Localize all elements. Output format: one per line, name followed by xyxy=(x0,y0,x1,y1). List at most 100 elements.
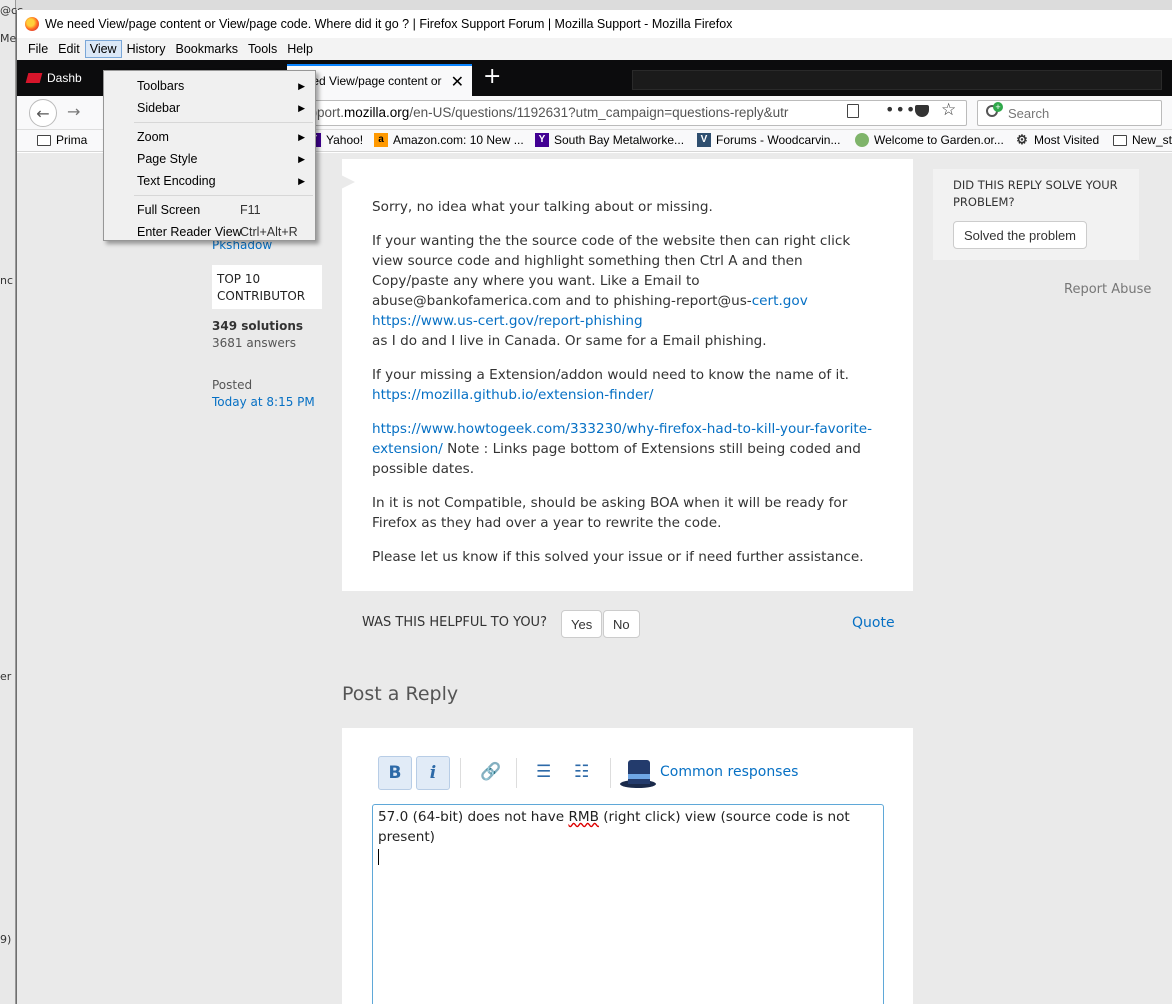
answer-paragraph: If your missing a Extension/addon would … xyxy=(372,365,882,405)
solutions-count: 349 solutions xyxy=(212,319,304,333)
menu-separator xyxy=(134,195,313,196)
add-search-icon: + xyxy=(993,102,1003,112)
background-fragment: er xyxy=(0,670,12,683)
toolbar-divider xyxy=(610,758,611,788)
menu-item-shortcut: F11 xyxy=(240,203,261,217)
report-phishing-link[interactable]: https://www.us-cert.gov/report-phishing xyxy=(372,313,643,329)
menu-view[interactable]: View xyxy=(84,40,122,58)
menu-item-reader-view[interactable]: Enter Reader View Ctrl+Alt+R xyxy=(104,221,315,243)
bookmark-item[interactable]: Y South Bay Metalworke... xyxy=(535,133,684,147)
background-window-top xyxy=(0,0,1172,10)
solve-question: DID THIS REPLY SOLVE YOUR PROBLEM? xyxy=(953,178,1118,209)
page-content: Pkshadow TOP 10 CONTRIBUTOR 349 solution… xyxy=(17,153,1172,1004)
cert-gov-link[interactable]: cert.gov xyxy=(752,293,808,309)
bullet-list-icon[interactable]: ☷ xyxy=(574,762,589,782)
menu-item-label: Full Screen xyxy=(137,203,201,217)
folder-icon xyxy=(1113,134,1127,146)
search-input[interactable]: + Search xyxy=(977,100,1162,126)
bookmark-item[interactable]: New_stu xyxy=(1113,133,1172,147)
menu-item-text-encoding[interactable]: Text Encoding ▶ xyxy=(104,170,315,192)
forward-arrow-icon[interactable]: → xyxy=(67,102,80,121)
answer-paragraph: In it is not Compatible, should be askin… xyxy=(372,495,848,531)
answer-text: as I do and I live in Canada. Or same fo… xyxy=(372,333,767,349)
numbered-list-icon[interactable]: ☰ xyxy=(536,762,551,782)
contributor-badge: TOP 10 CONTRIBUTOR xyxy=(212,265,322,309)
background-fragment: 9) xyxy=(0,933,12,946)
solved-the-problem-button[interactable]: Solved the problem xyxy=(953,221,1088,249)
extension-finder-link[interactable]: https://mozilla.github.io/extension-find… xyxy=(372,387,654,403)
reply-card: B i 🔗 ☰ ☷ Common responses 57.0 (64-bit)… xyxy=(342,728,913,1004)
answer-text: If your missing a Extension/addon would … xyxy=(372,367,849,383)
posted-time-link[interactable]: Today at 8:15 PM xyxy=(212,395,315,409)
bookmark-item[interactable]: V Forums - Woodcarvin... xyxy=(697,133,840,147)
answers-count: 3681 answers xyxy=(212,336,296,350)
submenu-arrow-icon: ▶ xyxy=(298,132,305,142)
answer-text: Note : Links page bottom of Extensions s… xyxy=(372,441,861,477)
firefox-logo-icon xyxy=(25,16,39,31)
reader-view-icon[interactable] xyxy=(847,104,859,118)
common-responses-link[interactable]: Common responses xyxy=(660,764,798,780)
answer-paragraph: Sorry, no idea what your talking about o… xyxy=(372,199,713,215)
yahoo-icon: Y xyxy=(535,133,549,147)
posted-label: Posted xyxy=(212,378,253,392)
menu-item-label: Text Encoding xyxy=(137,174,216,188)
submenu-arrow-icon: ▶ xyxy=(298,154,305,164)
arrow-left-icon: ← xyxy=(36,103,50,123)
helpful-yes-button[interactable]: Yes xyxy=(561,610,603,638)
bookmark-item[interactable]: Prima xyxy=(37,133,87,147)
menu-item-page-style[interactable]: Page Style ▶ xyxy=(104,148,315,170)
menu-item-shortcut: Ctrl+Alt+R xyxy=(240,225,298,239)
menu-bookmarks[interactable]: Bookmarks xyxy=(170,40,243,58)
italic-button[interactable]: i xyxy=(416,756,450,790)
bookmark-label: New_stu xyxy=(1132,133,1172,147)
menu-help[interactable]: Help xyxy=(282,40,318,58)
menu-file[interactable]: File xyxy=(23,40,53,58)
tab-dashboard[interactable]: Dashb xyxy=(25,66,89,90)
vb-icon: V xyxy=(697,133,711,147)
misspelled-word: RMB xyxy=(568,809,599,825)
menu-item-label: Zoom xyxy=(137,130,169,144)
menu-item-full-screen[interactable]: Full Screen F11 xyxy=(104,199,315,221)
report-abuse-link[interactable]: Report Abuse xyxy=(1064,282,1151,297)
bookmark-item[interactable]: a Amazon.com: 10 New ... xyxy=(374,133,524,147)
url-path: /en-US/questions/1192631?utm_campaign=qu… xyxy=(409,105,789,120)
answer-paragraph: If your wanting the the source code of t… xyxy=(372,231,882,351)
bold-button[interactable]: B xyxy=(378,756,412,790)
menu-item-label: Sidebar xyxy=(137,101,181,115)
gear-icon: ⚙ xyxy=(1016,132,1028,147)
page-actions-icon[interactable]: ••• xyxy=(885,100,916,119)
tab-label: Dashb xyxy=(47,71,82,85)
menu-history[interactable]: History xyxy=(122,40,171,58)
submenu-arrow-icon: ▶ xyxy=(298,176,305,186)
menu-item-toolbars[interactable]: Toolbars ▶ xyxy=(104,75,315,97)
bookmark-label: Welcome to Garden.or... xyxy=(874,133,1004,147)
close-tab-icon[interactable]: ✕ xyxy=(451,72,464,92)
solve-problem-box: DID THIS REPLY SOLVE YOUR PROBLEM? Solve… xyxy=(933,169,1139,260)
search-placeholder: Search xyxy=(1008,106,1050,121)
bookmark-label: Most Visited xyxy=(1034,133,1100,147)
toolbar-divider xyxy=(516,758,517,788)
menu-item-zoom[interactable]: Zoom ▶ xyxy=(104,126,315,148)
menu-edit[interactable]: Edit xyxy=(53,40,85,58)
menu-item-label: Enter Reader View xyxy=(137,225,242,239)
garden-icon xyxy=(855,133,869,147)
bookmark-item[interactable]: Welcome to Garden.or... xyxy=(855,133,1004,147)
magic-hat-icon[interactable] xyxy=(620,756,656,790)
new-tab-button[interactable]: + xyxy=(483,64,501,89)
helpful-no-button[interactable]: No xyxy=(603,610,640,638)
bookmark-item[interactable]: ⚙ Most Visited xyxy=(1015,132,1100,148)
link-icon[interactable]: 🔗 xyxy=(480,762,501,782)
menu-separator xyxy=(134,122,313,123)
bookmark-label: Yahoo! xyxy=(326,133,364,147)
menu-item-sidebar[interactable]: Sidebar ▶ xyxy=(104,97,315,119)
tab-label: need View/page content or xyxy=(299,74,442,88)
folder-icon xyxy=(37,134,51,146)
menu-tools[interactable]: Tools xyxy=(243,40,282,58)
reply-textarea[interactable]: 57.0 (64-bit) does not have RMB (right c… xyxy=(372,804,884,1004)
quote-link[interactable]: Quote xyxy=(852,615,895,631)
back-button[interactable]: ← xyxy=(29,99,57,127)
bookmark-star-icon[interactable]: ☆ xyxy=(941,100,956,120)
view-menu-dropdown: Toolbars ▶ Sidebar ▶ Zoom ▶ Page Style ▶ Tex… xyxy=(103,70,316,241)
answer-paragraph: https://www.howtogeek.com/333230/why-fir… xyxy=(372,419,882,479)
background-fragment: nc xyxy=(0,274,14,287)
